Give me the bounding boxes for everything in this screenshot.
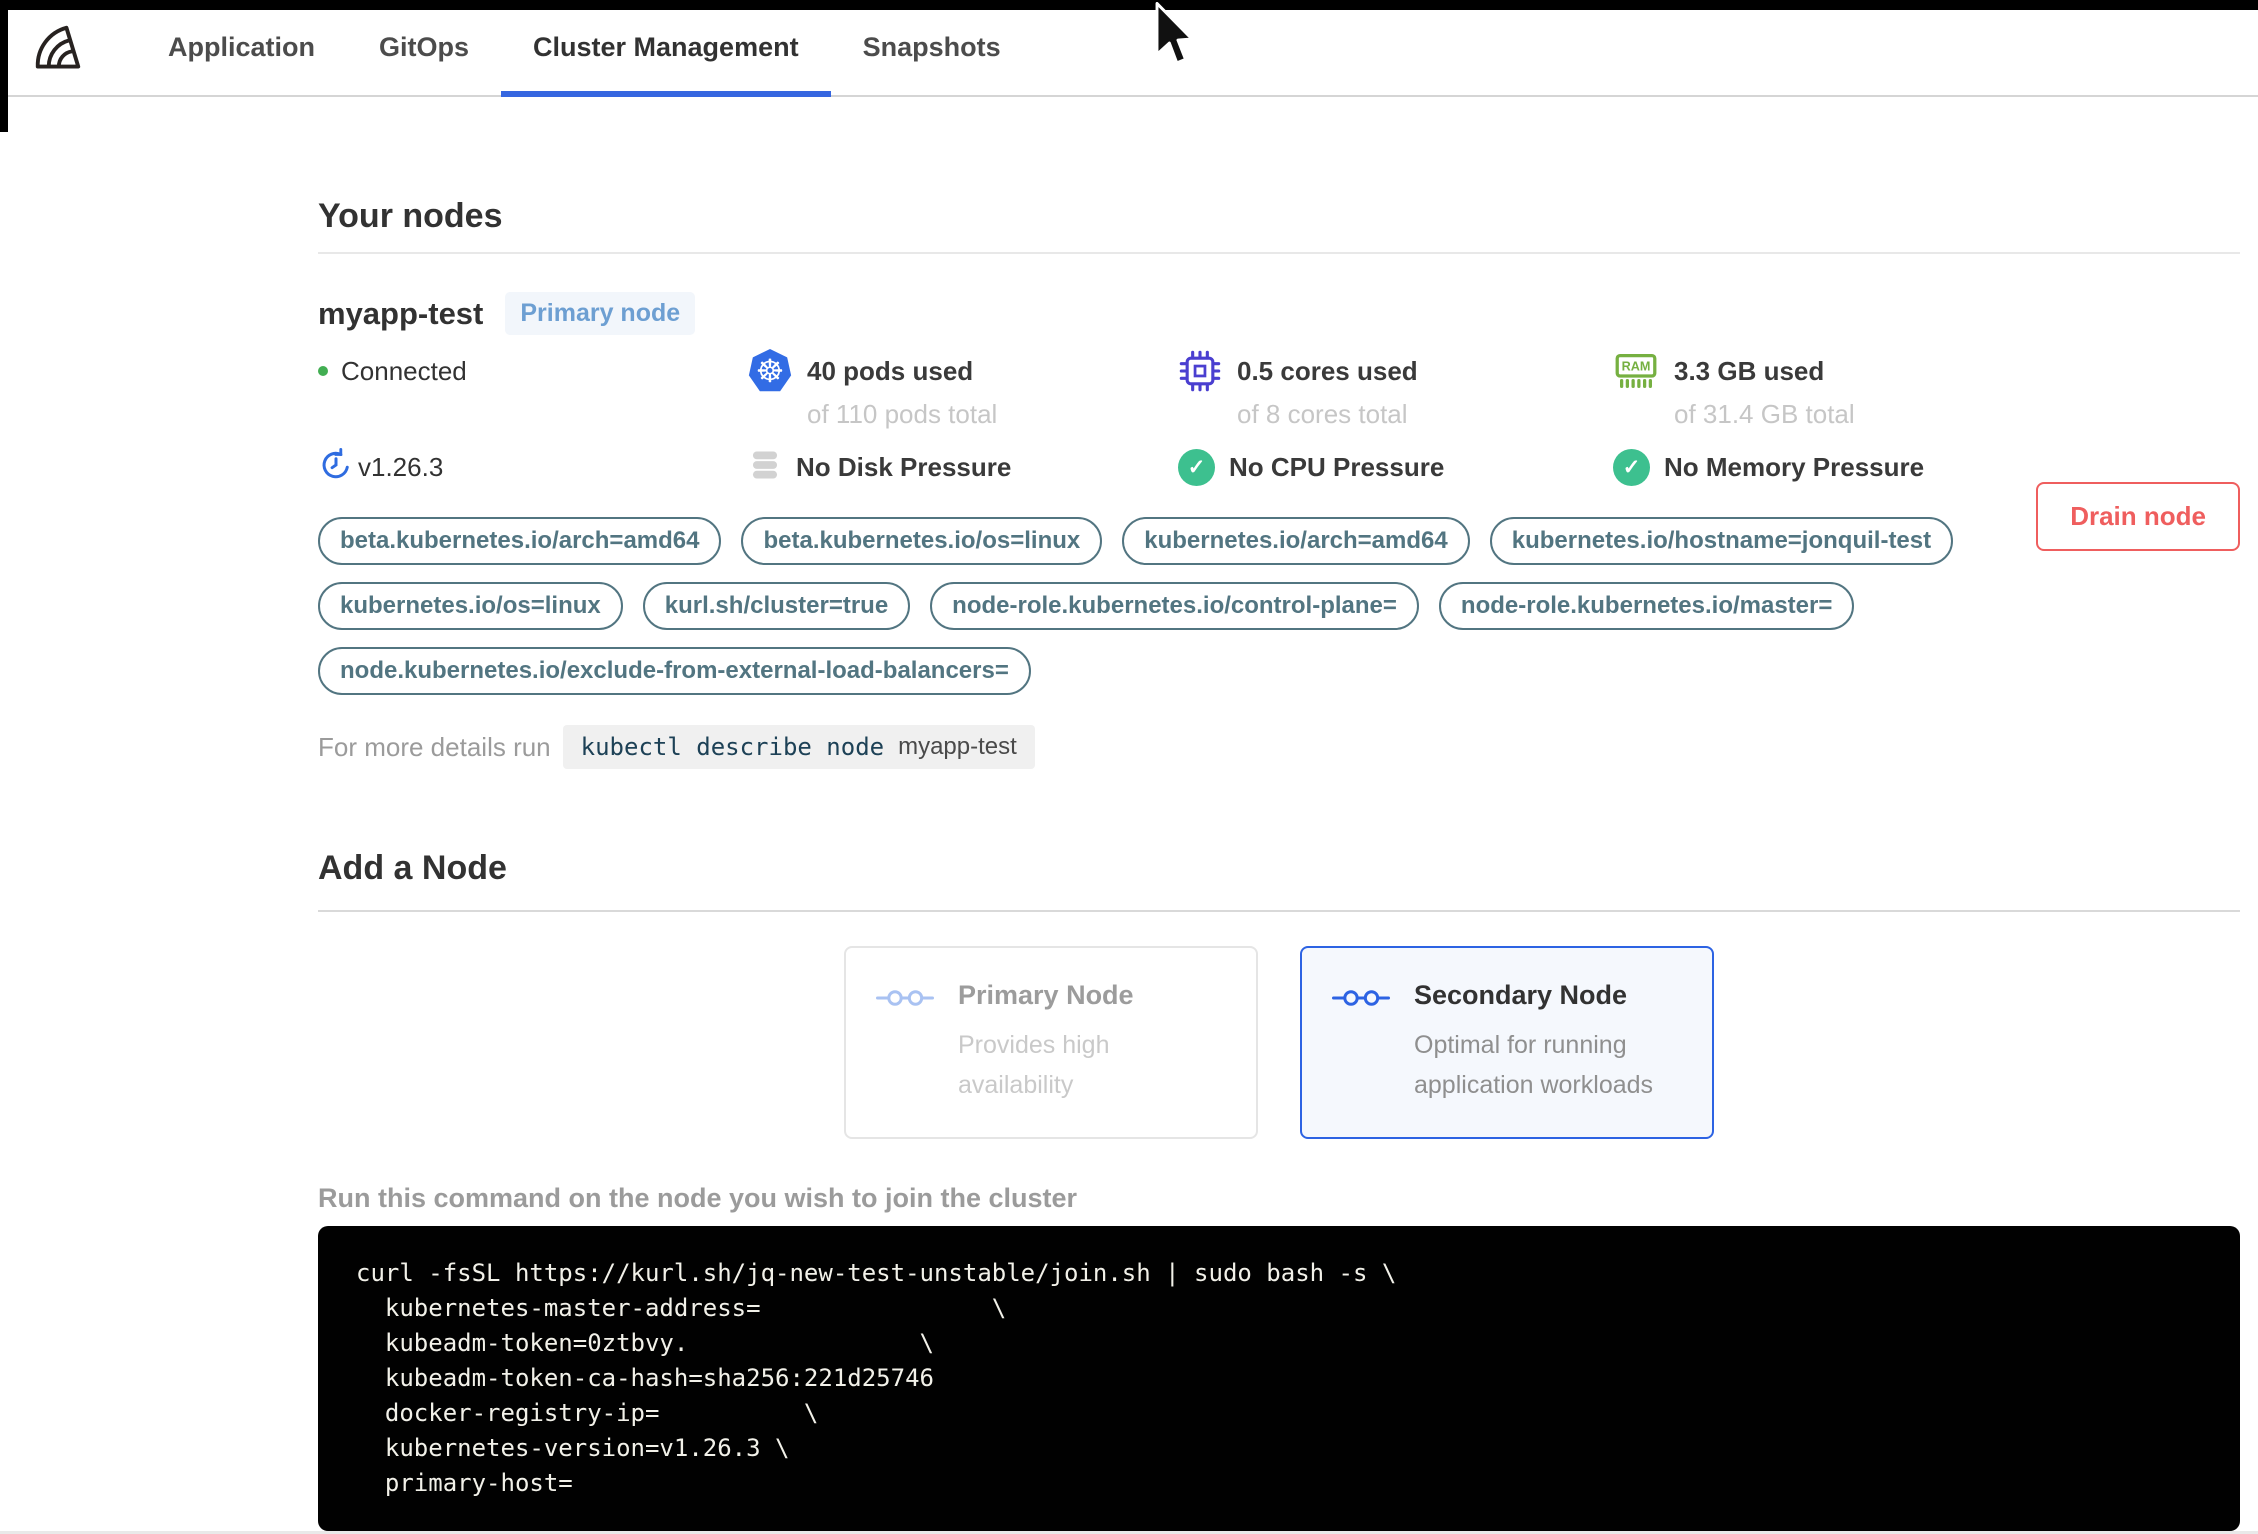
memory-pressure-label: No Memory Pressure [1664,451,1925,482]
section-divider [318,252,2240,254]
command-line: kubernetes-version=v1.26.3 \ [356,1434,790,1462]
node-label-tag: kubernetes.io/os=linux [318,582,623,630]
node-status: Connected [318,349,748,393]
add-node-heading: Add a Node [318,849,507,887]
command-line: kubernetes-master-address= \ [356,1294,1007,1322]
nav-tabs: Application GitOps Cluster Management Sn… [136,0,1033,97]
main-content: Your nodes myapp-test Primary node Conne… [318,197,2240,1534]
primary-node-badge: Primary node [505,292,696,335]
svg-text:RAM: RAM [1622,360,1651,374]
cpu-pressure-label: No CPU Pressure [1229,451,1445,482]
node-label-tag: kubernetes.io/hostname=jonquil-test [1489,517,1954,565]
cpu-icon [1178,349,1222,398]
node-stats-grid: Connected ☸ 40 pods used of 110 pods tot… [318,349,2240,491]
screen-top-black-bar [0,0,2258,10]
secondary-node-description: Optimal for running application workload… [1414,1031,1654,1099]
tab-label: Cluster Management [533,32,799,62]
command-line: kubeadm-token=0ztbvy. \ [356,1329,934,1357]
command-line: primary-host= [356,1469,573,1497]
section-divider [318,910,2240,912]
tab-application[interactable]: Application [136,0,347,95]
node-label-tag: beta.kubernetes.io/arch=amd64 [318,517,722,565]
kubernetes-version: v1.26.3 [318,443,748,491]
node-label-tag: node-role.kubernetes.io/master= [1438,582,1855,630]
kubectl-command: kubectl describe node [580,733,885,761]
version-label: v1.26.3 [358,451,444,482]
tab-gitops[interactable]: GitOps [347,0,501,95]
join-command-terminal: curl -fsSL https://kurl.sh/jq-new-test-u… [318,1226,2240,1531]
disk-icon [748,447,782,488]
node-label-tag: kubernetes.io/arch=amd64 [1122,517,1470,565]
pods-total: of 110 pods total [807,399,998,429]
screen-left-black-strip [0,0,8,132]
disk-pressure-condition: No Disk Pressure [748,443,1178,491]
tab-cluster-management[interactable]: Cluster Management [501,0,831,97]
details-prefix: For more details run [318,731,551,762]
memory-total: of 31.4 GB total [1674,399,1855,429]
node-card: myapp-test Primary node Connected ☸ 40 p… [318,292,2240,769]
command-line: kubeadm-token-ca-hash=sha256:221d25746 [356,1364,934,1392]
kubectl-command-node: myapp-test [898,733,1017,760]
secondary-node-option[interactable]: Secondary Node Optimal for running appli… [1300,946,1714,1139]
kubectl-command-chip: kubectl describe node myapp-test [562,725,1035,769]
node-name: myapp-test [318,295,484,331]
primary-node-description: Provides high availability [958,1031,1110,1099]
primary-node-title: Primary Node [958,980,1134,1010]
node-label-tag: node-role.kubernetes.io/control-plane= [930,582,1419,630]
memory-used: 3.3 GB used [1674,356,1825,386]
memory-stat: RAM 3.3 GB used of 31.4 GB total [1613,349,2173,429]
disk-pressure-label: No Disk Pressure [796,451,1012,482]
active-tab-underline [501,91,831,97]
secondary-node-title: Secondary Node [1414,980,1628,1010]
your-nodes-heading: Your nodes [318,197,503,235]
command-line: curl -fsSL https://kurl.sh/jq-new-test-u… [356,1259,1397,1287]
top-navbar: Application GitOps Cluster Management Sn… [0,0,2258,97]
pods-used: 40 pods used [807,356,974,386]
cores-total: of 8 cores total [1237,399,1408,429]
cpu-pressure-condition: ✓ No CPU Pressure [1178,443,1613,491]
version-refresh-icon [318,447,354,488]
node-link-icon [1332,984,1390,1017]
node-label-tag: kurl.sh/cluster=true [642,582,911,630]
ram-icon: RAM [1613,349,1659,398]
connected-label: Connected [341,355,467,386]
tab-label: Application [168,32,315,62]
join-command-instruction: Run this command on the node you wish to… [318,1183,1078,1213]
tab-label: Snapshots [862,32,1001,62]
check-icon: ✓ [1613,448,1650,486]
node-details-hint: For more details run kubectl describe no… [318,725,2240,769]
tab-snapshots[interactable]: Snapshots [831,0,1033,95]
cores-used: 0.5 cores used [1237,356,1418,386]
node-labels: beta.kubernetes.io/arch=amd64 beta.kuber… [318,517,2078,695]
drain-node-button[interactable]: Drain node [2036,482,2240,551]
node-label-tag: beta.kubernetes.io/os=linux [741,517,1103,565]
pods-stat: ☸ 40 pods used of 110 pods total [748,349,1178,429]
primary-node-option[interactable]: Primary Node Provides high availability [844,946,1258,1139]
check-icon: ✓ [1178,448,1215,486]
tab-label: GitOps [379,32,470,62]
cores-stat: 0.5 cores used of 8 cores total [1178,349,1613,429]
connected-dot-icon [318,366,328,376]
node-type-options: Primary Node Provides high availability … [318,946,2240,1139]
node-link-icon [876,984,934,1017]
command-line: docker-registry-ip= \ [356,1399,819,1427]
kubernetes-icon: ☸ [748,349,792,392]
node-label-tag: node.kubernetes.io/exclude-from-external… [318,647,1031,695]
replicated-logo-icon[interactable] [28,0,88,95]
